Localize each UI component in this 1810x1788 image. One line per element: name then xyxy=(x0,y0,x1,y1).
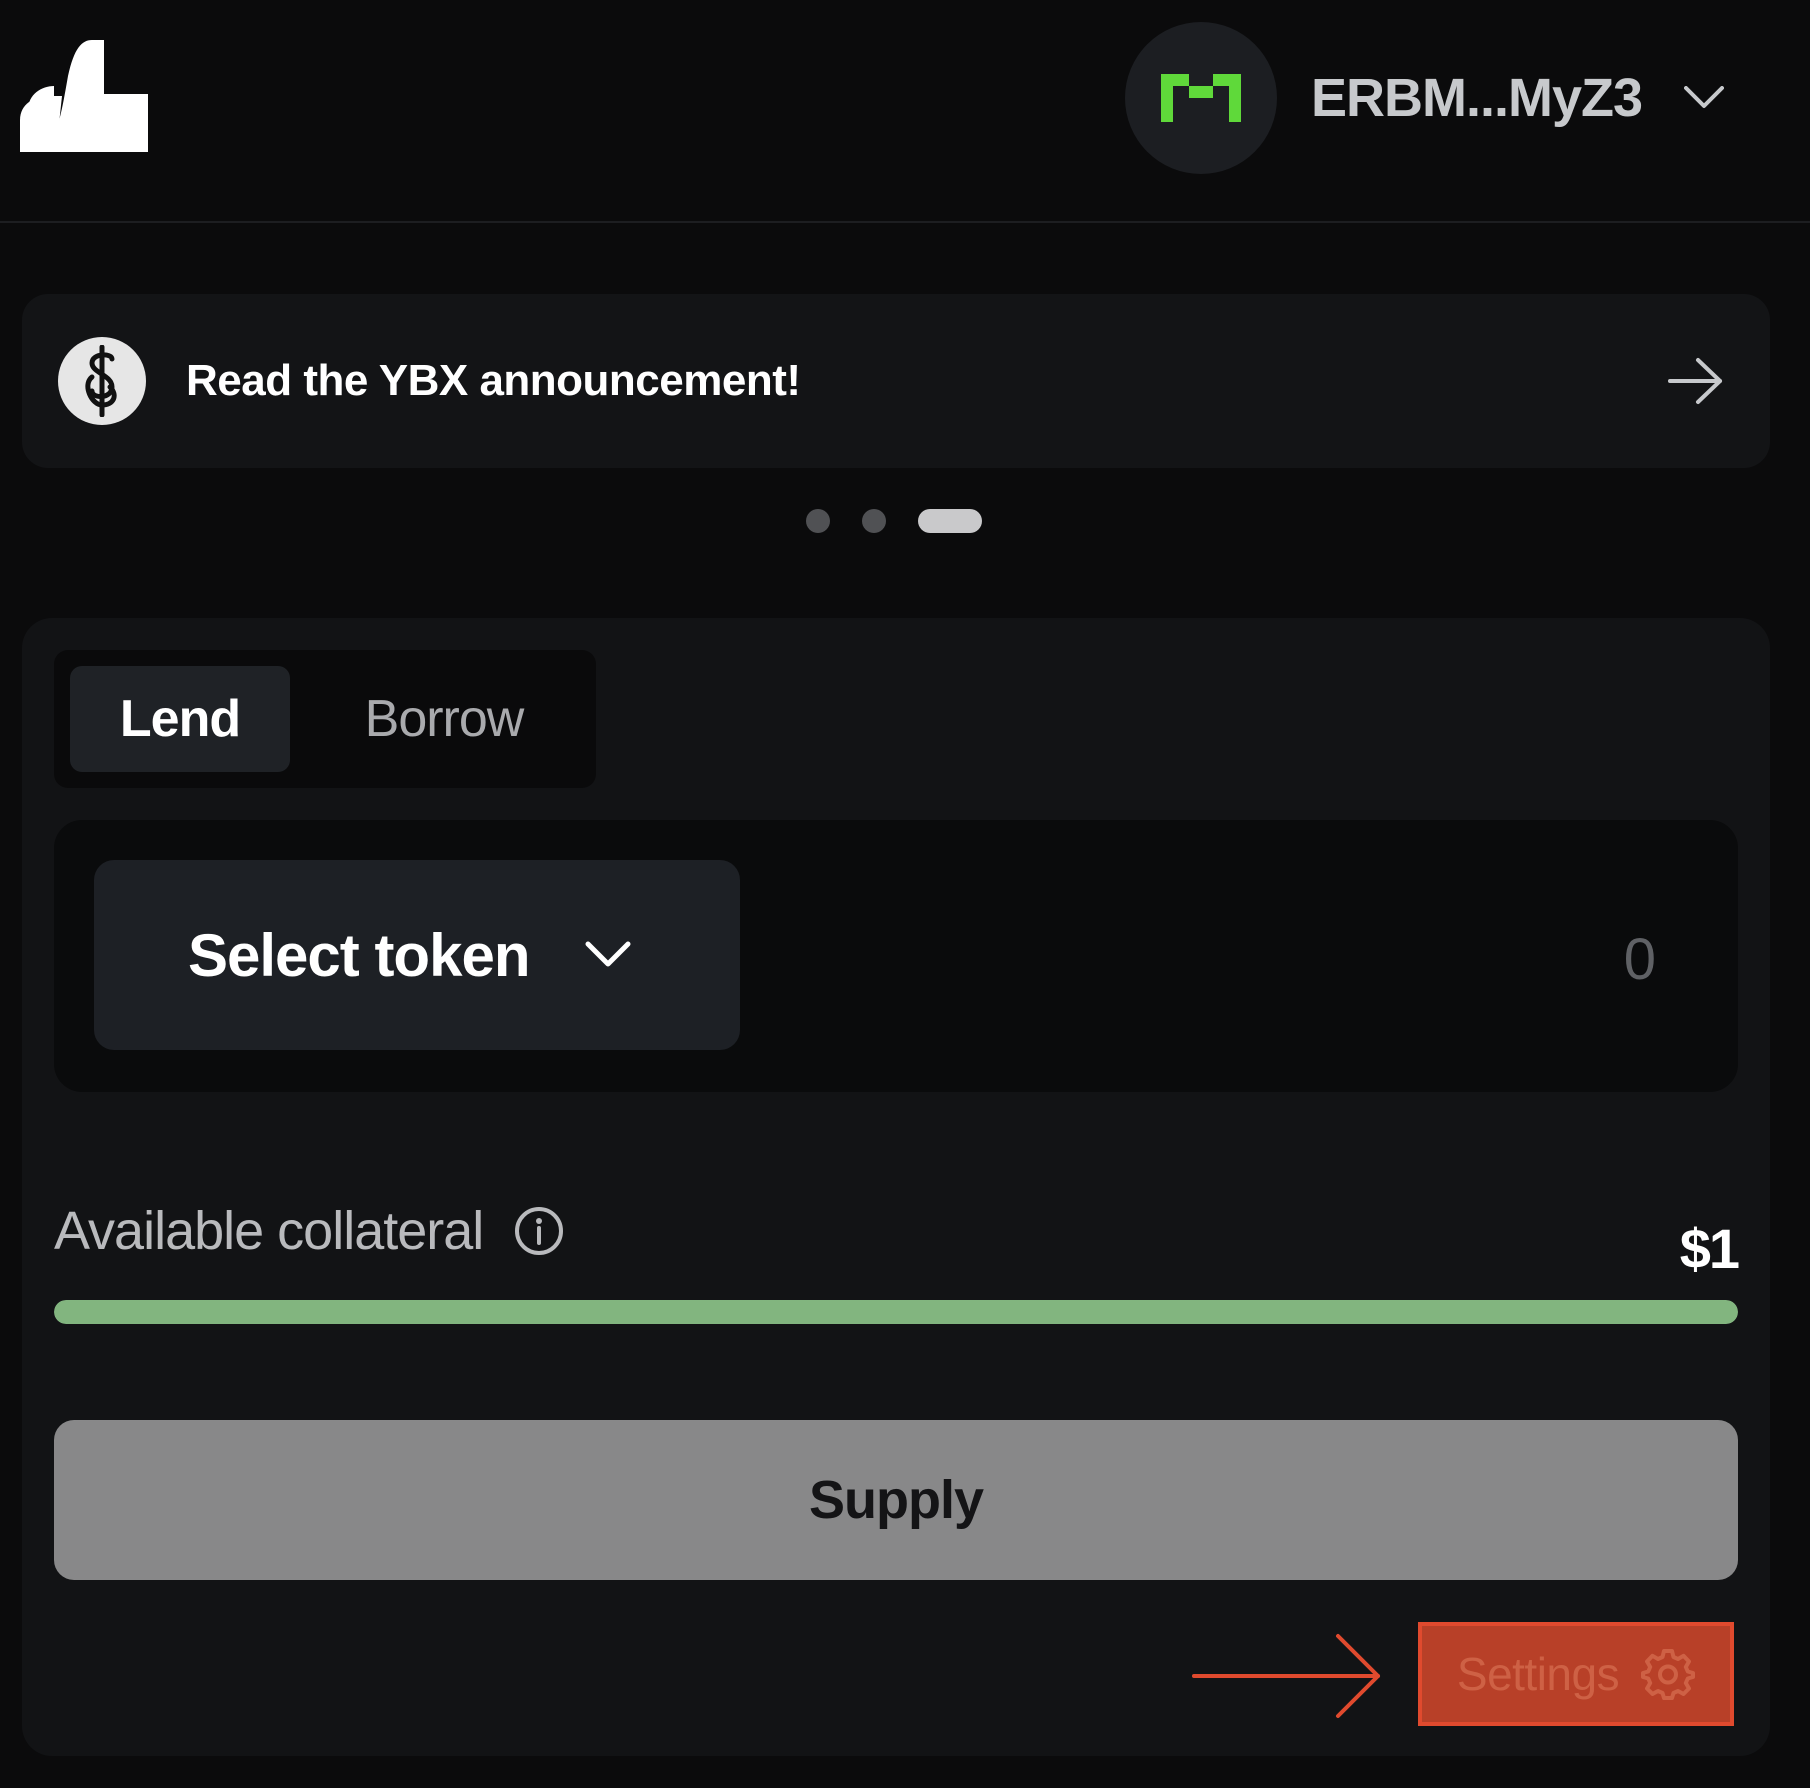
available-collateral-label: Available collateral xyxy=(54,1201,484,1261)
select-token-label: Select token xyxy=(188,921,530,989)
available-collateral-value: $1 xyxy=(1679,1217,1740,1280)
amount-input[interactable] xyxy=(1054,908,1658,1010)
carousel-dot-1[interactable] xyxy=(806,509,830,533)
lend-borrow-card: Lend Borrow Select token Available colla… xyxy=(22,618,1770,1756)
chevron-down-icon xyxy=(583,935,633,975)
annotation-arrow-icon xyxy=(1192,1634,1380,1718)
supply-button[interactable]: Supply xyxy=(54,1420,1738,1580)
settings-label: Settings xyxy=(1456,1648,1620,1700)
tab-borrow[interactable]: Borrow xyxy=(324,666,564,772)
wallet-address: ERBM...MyZ3 xyxy=(1311,68,1643,128)
collateral-progress-fill xyxy=(54,1300,1738,1324)
tab-lend[interactable]: Lend xyxy=(70,666,290,772)
select-token-dropdown[interactable]: Select token xyxy=(94,860,740,1050)
settings-button[interactable]: Settings xyxy=(1418,1622,1734,1726)
collateral-progress-bar xyxy=(54,1300,1738,1324)
available-collateral-row: Available collateral xyxy=(54,1200,565,1262)
announcement-text: Read the YBX announcement! xyxy=(186,356,801,405)
arrow-right-icon[interactable] xyxy=(1666,356,1726,406)
announcement-banner[interactable]: Read the YBX announcement! xyxy=(22,294,1770,468)
carousel-dot-3-active[interactable] xyxy=(918,509,982,533)
chevron-down-icon[interactable] xyxy=(1684,78,1725,118)
wallet-dropdown[interactable]: ERBM...MyZ3 xyxy=(1125,21,1725,175)
info-icon[interactable] xyxy=(513,1205,565,1257)
token-amount-panel: Select token xyxy=(54,820,1738,1092)
brand-logo-icon[interactable] xyxy=(20,40,148,152)
mode-tabs: Lend Borrow xyxy=(54,650,596,788)
wallet-avatar xyxy=(1125,22,1277,174)
dollar-chain-icon xyxy=(58,337,146,425)
pixel-m-avatar-icon xyxy=(1161,74,1241,122)
carousel-dots xyxy=(806,509,982,533)
gear-icon xyxy=(1641,1649,1696,1700)
carousel-dot-2[interactable] xyxy=(862,509,886,533)
top-header: ERBM...MyZ3 xyxy=(0,0,1810,223)
